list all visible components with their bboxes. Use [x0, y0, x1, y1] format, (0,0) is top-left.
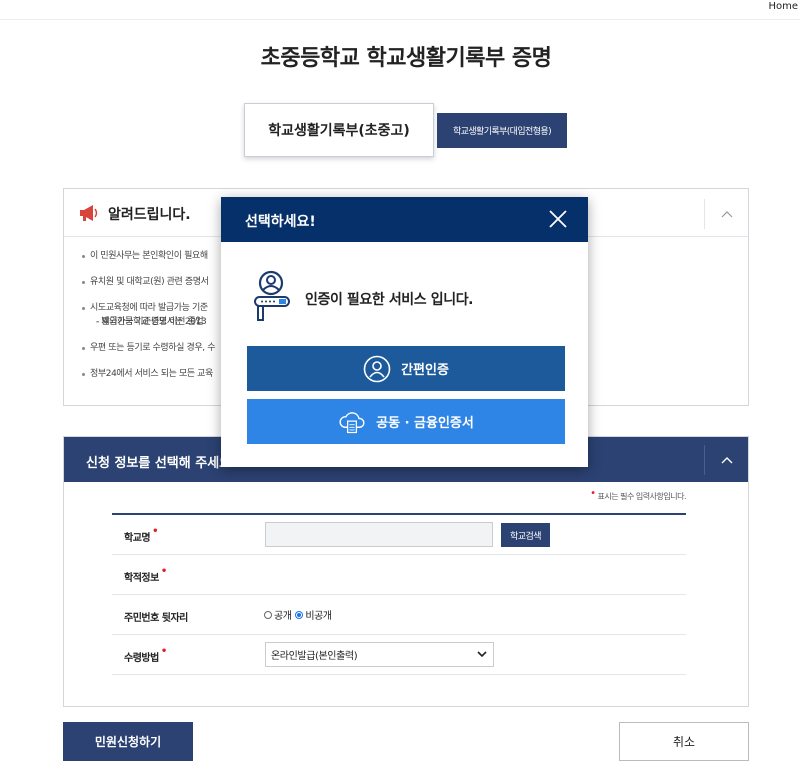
rrn-radio-group: 공개 비공개	[264, 607, 332, 622]
school-name-input[interactable]	[265, 522, 493, 547]
authentication-icon	[254, 270, 290, 321]
form-header-title: 신청 정보를 선택해 주세요	[86, 456, 232, 471]
receipt-method-value: 온라인발급(본인출력)	[271, 651, 358, 662]
receipt-method-select[interactable]: 온라인발급(본인출력)	[265, 642, 494, 667]
page-title: 초중등학교 학교생활기록부 증명	[260, 46, 552, 71]
notice-title: 알려드립니다.	[108, 207, 191, 223]
home-link[interactable]: Home	[768, 0, 798, 14]
certificate-auth-button[interactable]: 공동 · 금융인증서	[247, 399, 565, 444]
school-label-text: 학교명	[124, 533, 151, 544]
row-academic: 학적정보•	[112, 555, 686, 595]
user-circle-icon	[363, 355, 391, 382]
top-bar: Home	[0, 0, 800, 20]
form-collapse-toggle[interactable]	[704, 445, 748, 475]
rrn-label: 주민번호 뒷자리	[124, 613, 188, 624]
radio-private-circle[interactable]	[295, 610, 304, 619]
receipt-label-text: 수령방법	[124, 653, 159, 664]
radio-private[interactable]: 비공개	[295, 607, 332, 622]
modal-title: 선택하세요!	[245, 214, 316, 230]
required-dot: •	[152, 526, 159, 537]
cancel-button[interactable]: 취소	[619, 722, 749, 761]
required-note-text: 표시는 필수 입력사항입니다.	[597, 492, 687, 501]
tab-school-record-admission[interactable]: 학교생활기록부(대입전형용)	[437, 113, 567, 148]
radio-private-label: 비공개	[305, 611, 332, 622]
certificate-auth-label: 공동 · 금융인증서	[376, 416, 474, 431]
auth-select-modal: 선택하세요! 인증이 필요한 서비스 입니다. 간편인증 공동 · 금융인증서	[221, 197, 588, 467]
school-label: 학교명•	[124, 526, 159, 545]
required-dot: •	[590, 488, 596, 499]
megaphone-icon	[80, 205, 98, 221]
simple-auth-button[interactable]: 간편인증	[247, 346, 565, 391]
form-table: 학교명• 학교검색 학적정보• 주민번호 뒷자리 공개 비공개 수령방법• 온라…	[112, 513, 686, 675]
required-dot: •	[160, 566, 167, 577]
tab-school-record[interactable]: 학교생활기록부(초중고)	[244, 103, 434, 157]
application-form: 신청 정보를 선택해 주세요 • 표시는 필수 입력사항입니다. 학교명• 학교…	[63, 436, 749, 707]
close-icon[interactable]	[546, 207, 570, 231]
required-dot: •	[160, 646, 167, 657]
chevron-down-icon	[477, 651, 487, 658]
row-receipt: 수령방법• 온라인발급(본인출력)	[112, 635, 686, 675]
radio-public[interactable]: 공개	[264, 607, 292, 622]
modal-header: 선택하세요!	[221, 197, 588, 242]
receipt-label: 수령방법•	[124, 646, 167, 665]
modal-message: 인증이 필요한 서비스 입니다.	[305, 292, 474, 308]
chevron-up-icon	[721, 457, 732, 464]
row-rrn: 주민번호 뒷자리 공개 비공개	[112, 595, 686, 635]
simple-auth-label: 간편인증	[401, 363, 449, 378]
school-search-button[interactable]: 학교검색	[501, 523, 550, 547]
academic-label-text: 학적정보	[124, 573, 159, 584]
cloud-certificate-icon	[339, 411, 365, 433]
required-note: • 표시는 필수 입력사항입니다.	[590, 488, 687, 502]
chevron-up-icon	[721, 211, 732, 218]
academic-label: 학적정보•	[124, 566, 167, 585]
radio-public-circle[interactable]	[264, 610, 272, 619]
row-school: 학교명• 학교검색	[112, 515, 686, 555]
submit-application-button[interactable]: 민원신청하기	[63, 722, 193, 761]
radio-public-label: 공개	[274, 611, 292, 622]
notice-collapse-toggle[interactable]	[704, 199, 748, 229]
